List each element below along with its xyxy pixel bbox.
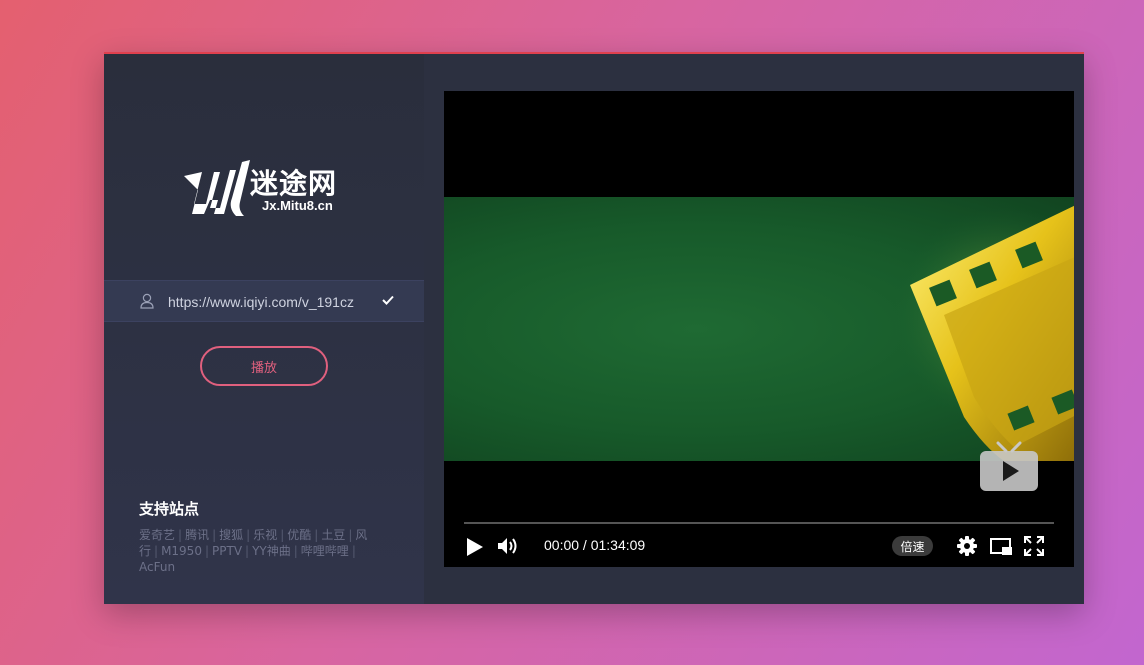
check-icon[interactable] [382,295,394,305]
site-link[interactable]: M1950 [161,544,202,558]
progress-bar[interactable] [464,522,1054,524]
user-icon [140,293,154,309]
time-display: 00:00 / 01:34:09 [544,537,646,553]
film-strip-image [894,205,1074,461]
duration: 01:34:09 [590,537,646,553]
site-link[interactable]: 爱奇艺 [139,528,175,542]
app-window: 迷途网 Jx.Mitu8.cn 播放 支持站点 爱奇艺|腾讯|搜狐|乐视|优酷|… [104,52,1084,604]
left-panel: 迷途网 Jx.Mitu8.cn 播放 支持站点 爱奇艺|腾讯|搜狐|乐视|优酷|… [104,54,424,604]
player-controls: 00:00 / 01:34:09 倍速 [444,529,1074,563]
site-link[interactable]: 优酷 [287,528,311,542]
settings-gear-icon[interactable] [957,536,977,556]
video-player[interactable]: 00:00 / 01:34:09 倍速 [444,91,1074,567]
current-time: 00:00 [544,537,580,553]
volume-icon[interactable] [497,536,519,556]
site-link[interactable]: PPTV [212,544,242,558]
site-link[interactable]: 土豆 [321,528,345,542]
brand-subtitle: Jx.Mitu8.cn [262,198,333,213]
play-icon[interactable] [466,537,484,557]
tv-logo-icon [980,441,1038,491]
supported-sites-title: 支持站点 [139,500,200,518]
supported-sites-list: 爱奇艺 | 腾讯 | 搜狐 | 乐视 | 优酷 | 土豆 | 风行 | M1950 | PPTV | YY神曲 | 哔哩… [139,528,368,574]
url-input[interactable] [168,291,360,313]
brand-name: 迷途网 [250,167,338,200]
url-bar [104,280,424,322]
picture-in-picture-icon[interactable] [990,538,1012,555]
site-link[interactable]: 腾讯 [185,528,209,542]
logo-mark-icon [184,160,250,216]
site-link[interactable]: 乐视 [253,528,277,542]
play-button[interactable]: 播放 [200,346,328,386]
site-link[interactable]: 哔哩哔哩 [301,544,349,558]
video-frame[interactable] [444,197,1074,461]
speed-button[interactable]: 倍速 [892,536,933,556]
site-link[interactable]: YY神曲 [252,544,291,558]
fullscreen-icon[interactable] [1024,536,1044,556]
site-link[interactable]: 搜狐 [219,528,243,542]
site-link[interactable]: AcFun [139,560,175,574]
logo: 迷途网 Jx.Mitu8.cn [184,158,354,218]
